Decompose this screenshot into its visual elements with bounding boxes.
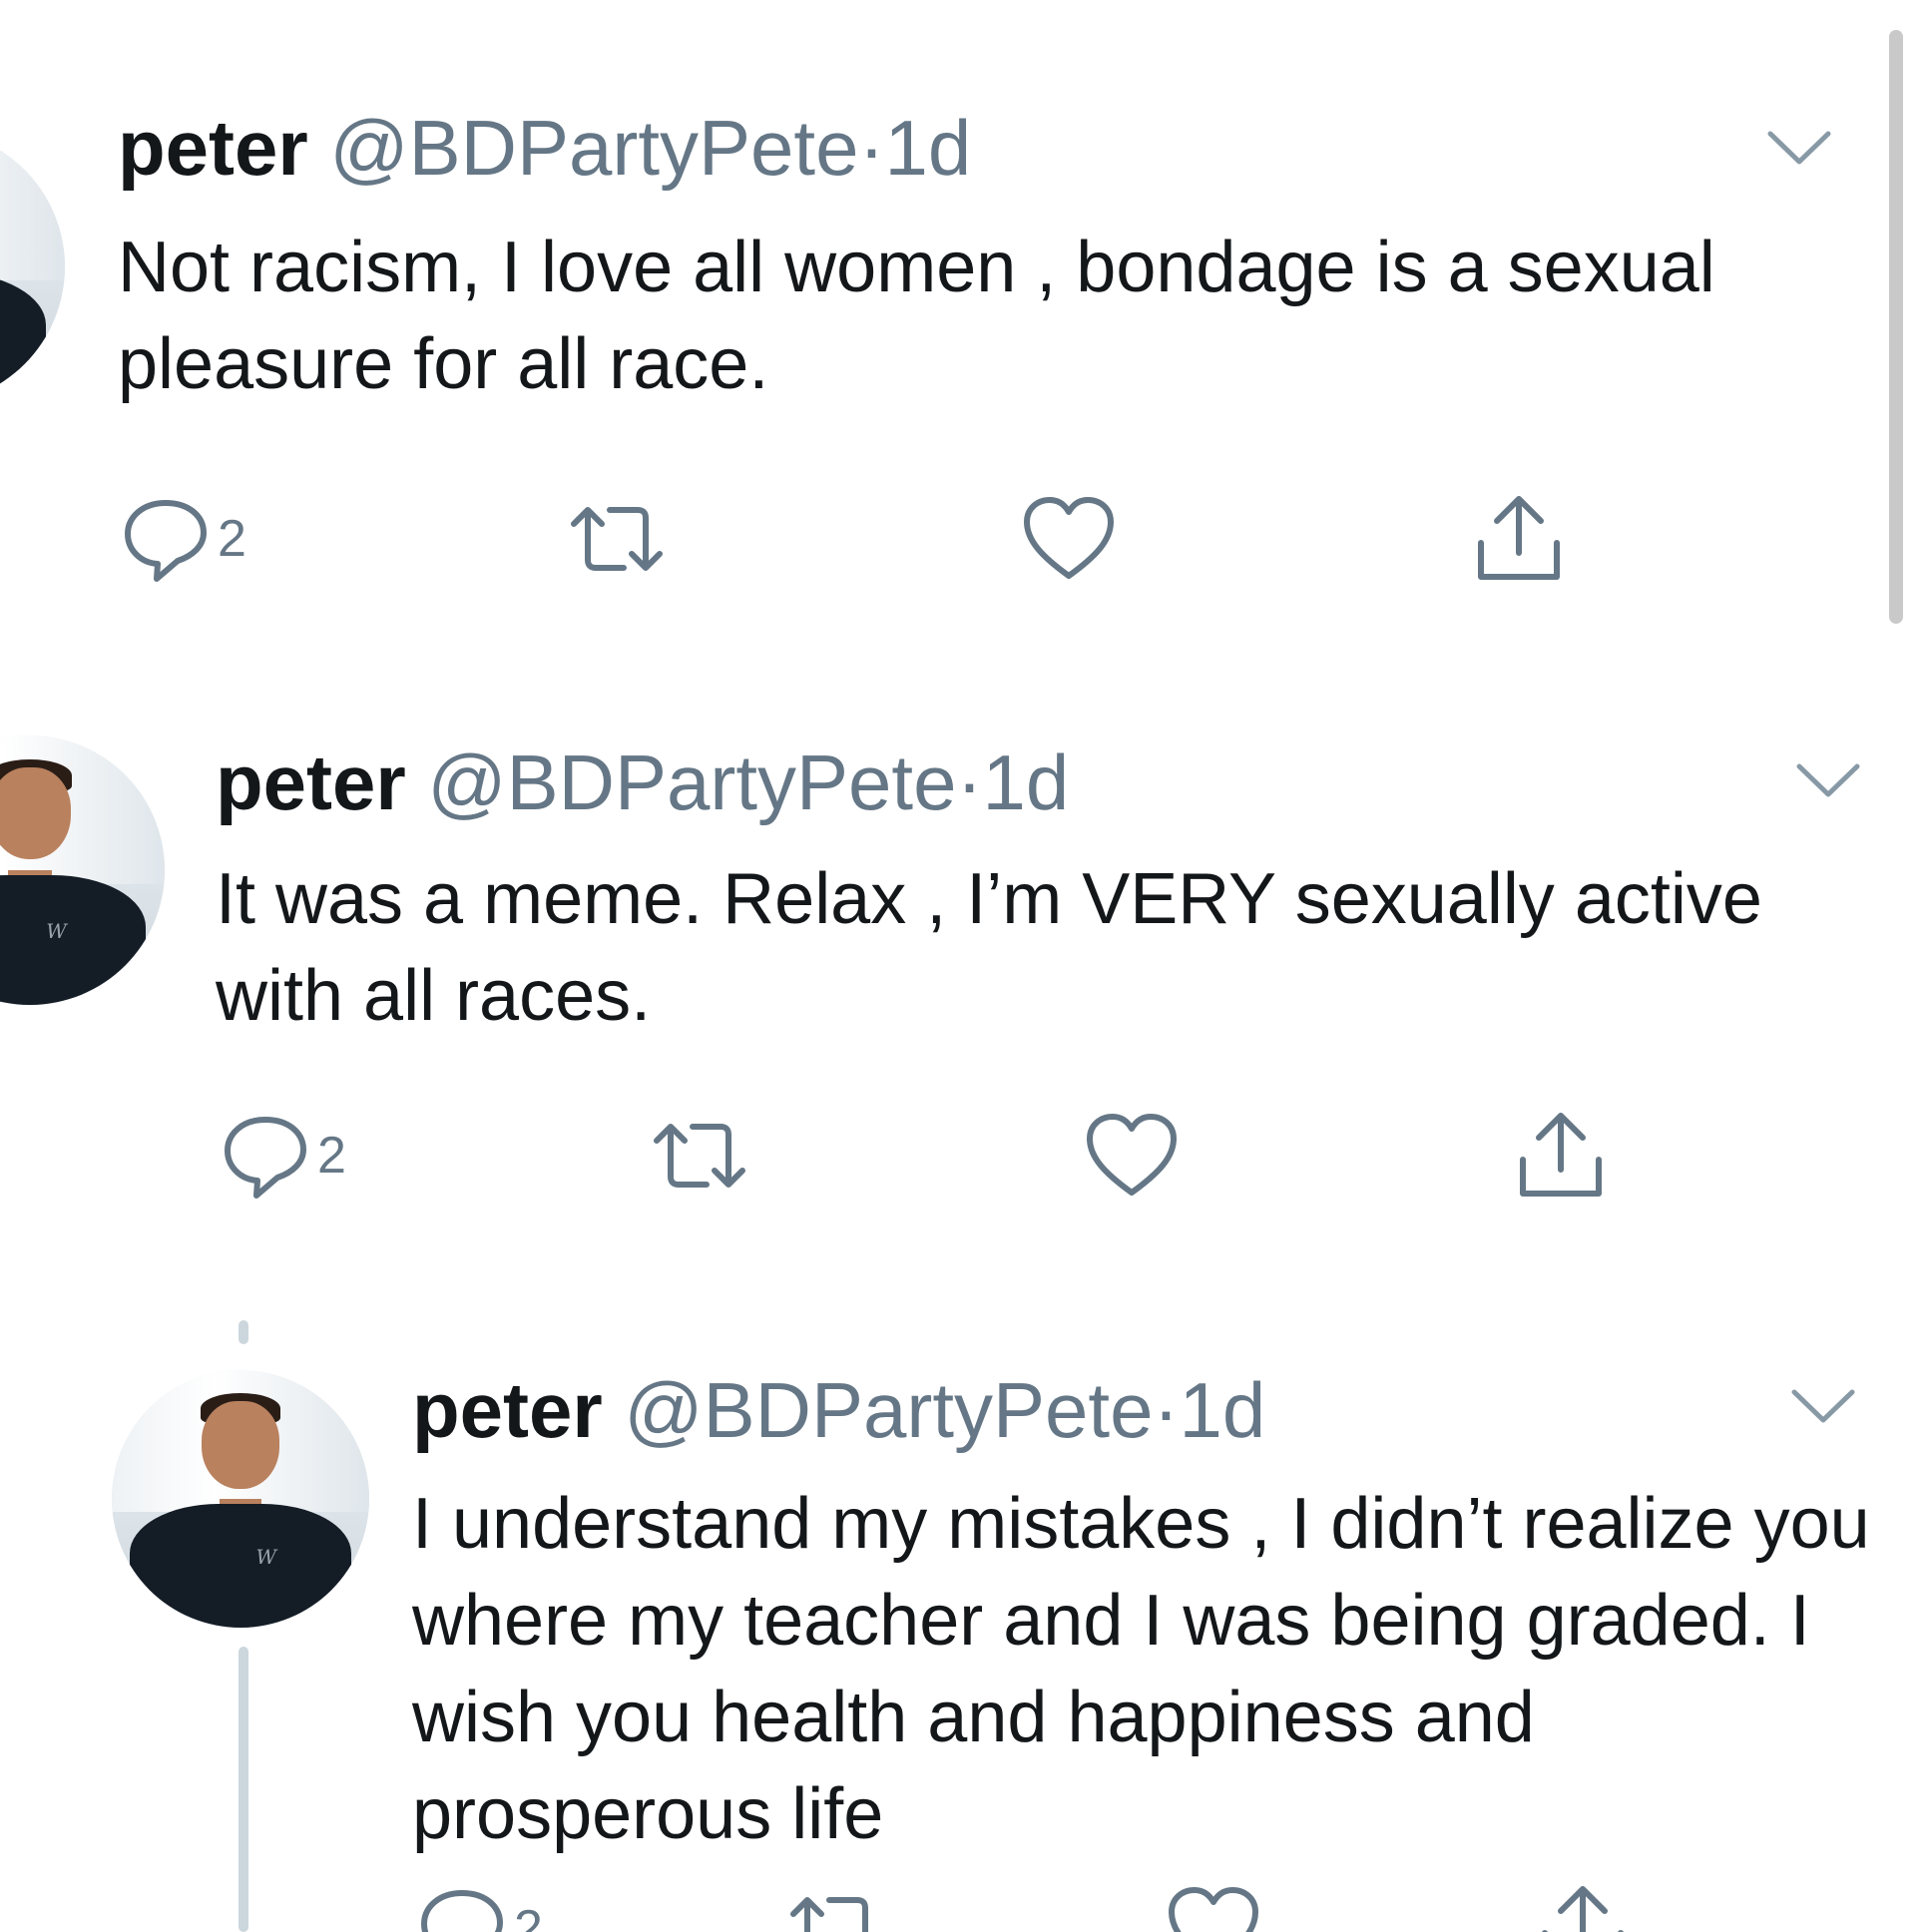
heart-icon [1087, 1114, 1177, 1196]
chevron-down-icon[interactable] [1764, 128, 1834, 168]
tweet-actions: 2 [118, 494, 1615, 584]
chevron-down-icon[interactable] [1788, 1386, 1858, 1426]
share-icon [1542, 1886, 1624, 1932]
timestamp[interactable]: 1d [982, 738, 1069, 826]
reply-count: 2 [317, 1127, 346, 1185]
avatar[interactable]: W [0, 735, 165, 1005]
retweet-button[interactable] [562, 494, 672, 584]
reply-button[interactable]: 2 [220, 1111, 346, 1201]
share-button[interactable] [1535, 1884, 1631, 1932]
tweet-2[interactable]: W peter @BDPartyPete·1d It was a meme. R… [0, 639, 1932, 1267]
timeline: peter @BDPartyPete·1d Not racism, I love… [0, 0, 1932, 1932]
retweet-button[interactable] [781, 1884, 891, 1932]
avatar[interactable]: W [112, 1370, 369, 1628]
timestamp[interactable]: 1d [884, 104, 971, 192]
heart-icon [1169, 1887, 1258, 1932]
avatar[interactable] [0, 130, 65, 404]
separator-dot: · [858, 104, 885, 192]
display-name[interactable]: peter [412, 1366, 603, 1454]
share-icon [1520, 1113, 1602, 1197]
retweet-icon [790, 1897, 868, 1932]
chevron-down-icon[interactable] [1793, 760, 1863, 800]
tweet-actions: 2 [412, 1884, 1909, 1932]
share-button[interactable] [1513, 1111, 1609, 1201]
shirt-logo-icon: W [46, 918, 67, 943]
share-button[interactable] [1471, 494, 1567, 584]
retweet-icon [571, 507, 663, 571]
retweet-icon [654, 1124, 745, 1188]
shirt-logo-icon: W [255, 1545, 277, 1570]
tweet-header: peter @BDPartyPete·1d [216, 738, 1069, 826]
reply-icon [125, 500, 207, 582]
display-name[interactable]: peter [216, 738, 406, 826]
like-button[interactable] [1084, 1111, 1180, 1201]
user-handle[interactable]: @BDPartyPete [624, 1366, 1153, 1454]
reply-button[interactable]: 2 [120, 494, 246, 584]
tweet-3[interactable]: W peter @BDPartyPete·1d I understand my … [0, 1267, 1932, 1932]
share-icon [1478, 496, 1560, 580]
display-name[interactable]: peter [118, 104, 308, 192]
user-handle[interactable]: @BDPartyPete [427, 738, 956, 826]
user-handle[interactable]: @BDPartyPete [329, 104, 858, 192]
reply-icon [421, 1890, 503, 1932]
like-button[interactable] [1021, 494, 1117, 584]
separator-dot: · [956, 738, 983, 826]
like-button[interactable] [1166, 1884, 1261, 1932]
retweet-button[interactable] [645, 1111, 754, 1201]
tweet-text: I understand my mistakes , I didn’t real… [412, 1484, 1870, 1854]
tweet-text: It was a meme. Relax , I’m VERY sexually… [216, 859, 1762, 1036]
scrollbar[interactable] [1889, 30, 1903, 624]
tweet-header: peter @BDPartyPete·1d [118, 104, 971, 192]
tweet-text: Not racism, I love all women , bondage i… [118, 228, 1715, 404]
heart-icon [1024, 497, 1114, 579]
tweet-actions: 2 [216, 1111, 1712, 1201]
separator-dot: · [1153, 1366, 1180, 1454]
reply-icon [225, 1117, 306, 1199]
tweet-1[interactable]: peter @BDPartyPete·1d Not racism, I love… [0, 0, 1932, 639]
reply-count: 2 [218, 510, 246, 568]
timestamp[interactable]: 1d [1179, 1366, 1265, 1454]
tweet-header: peter @BDPartyPete·1d [412, 1366, 1265, 1454]
reply-button[interactable]: 2 [416, 1884, 543, 1932]
reply-count: 2 [514, 1900, 543, 1932]
